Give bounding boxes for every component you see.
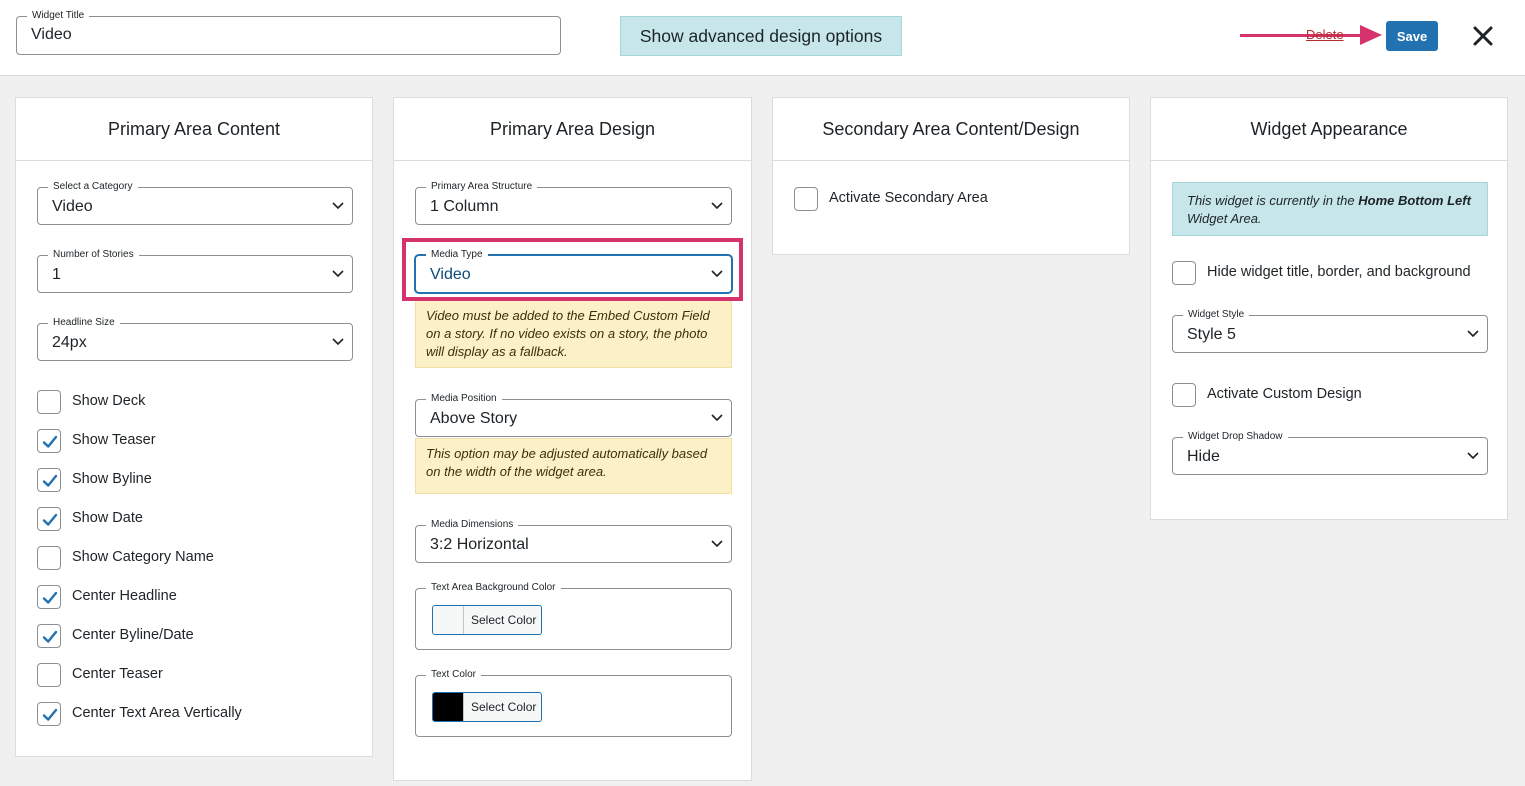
panel-title: Widget Appearance — [1151, 98, 1507, 161]
checkmark-icon — [42, 630, 58, 643]
widget-style-dropdown[interactable]: Widget Style Style 5 — [1172, 309, 1488, 353]
checkmark-icon — [42, 435, 58, 448]
chevron-down-icon — [332, 202, 344, 210]
number-of-stories-legend: Number of Stories — [48, 249, 139, 261]
show-teaser-checkbox[interactable] — [37, 429, 61, 453]
show-date-label: Show Date — [72, 510, 143, 526]
show-deck-label: Show Deck — [72, 393, 146, 409]
annotation-arrow-line — [1240, 34, 1364, 37]
panel-title: Secondary Area Content/Design — [773, 98, 1129, 161]
center-byline-date-label: Center Byline/Date — [72, 627, 194, 643]
close-icon[interactable] — [1470, 23, 1496, 49]
info-suffix: Widget Area. — [1187, 211, 1262, 226]
checkmark-icon — [42, 474, 58, 487]
show-advanced-design-options-button[interactable]: Show advanced design options — [620, 16, 902, 56]
number-of-stories-value: 1 — [52, 266, 61, 283]
checkmark-icon — [42, 513, 58, 526]
chevron-down-icon — [1467, 452, 1479, 460]
center-headline-label: Center Headline — [72, 588, 177, 604]
media-dimensions-legend: Media Dimensions — [426, 519, 519, 531]
text-color-swatch — [433, 693, 464, 721]
select-category-legend: Select a Category — [48, 181, 138, 193]
chevron-down-icon — [711, 540, 723, 548]
media-dimensions-value: 3:2 Horizontal — [430, 536, 529, 553]
text-color-field: Text Color Select Color — [415, 669, 732, 737]
center-teaser-checkbox[interactable] — [37, 663, 61, 687]
bg-select-color-button[interactable]: Select Color — [432, 605, 542, 635]
text-color-legend: Text Color — [426, 669, 482, 681]
hide-widget-title-label: Hide widget title, border, and backgroun… — [1207, 264, 1471, 280]
checkmark-icon — [42, 708, 58, 721]
activate-custom-design-label: Activate Custom Design — [1207, 386, 1362, 402]
structure-legend: Primary Area Structure — [426, 181, 538, 193]
checkmark-icon — [42, 591, 58, 604]
headline-size-dropdown[interactable]: Headline Size 24px — [37, 317, 353, 361]
media-position-dropdown[interactable]: Media Position Above Story — [415, 393, 732, 437]
annotation-arrow-icon — [1360, 25, 1382, 45]
text-area-background-color-field: Text Area Background Color Select Color — [415, 582, 732, 650]
widget-title-input[interactable]: Video — [31, 26, 72, 44]
hide-widget-title-checkbox[interactable] — [1172, 261, 1196, 285]
save-button[interactable]: Save — [1386, 21, 1438, 51]
select-category-value: Video — [52, 198, 93, 215]
number-of-stories-dropdown[interactable]: Number of Stories 1 — [37, 249, 353, 293]
widget-drop-shadow-dropdown[interactable]: Widget Drop Shadow Hide — [1172, 431, 1488, 475]
media-type-notice: Video must be added to the Embed Custom … — [415, 300, 732, 368]
show-category-name-label: Show Category Name — [72, 549, 214, 565]
center-headline-checkbox[interactable] — [37, 585, 61, 609]
activate-secondary-area-label: Activate Secondary Area — [829, 190, 988, 206]
center-byline-date-checkbox[interactable] — [37, 624, 61, 648]
chevron-down-icon — [332, 338, 344, 346]
bg-color-legend: Text Area Background Color — [426, 582, 561, 594]
widget-appearance-panel: Widget Appearance This widget is current… — [1150, 97, 1508, 520]
widget-title-legend: Widget Title — [27, 10, 90, 22]
show-byline-checkbox[interactable] — [37, 468, 61, 492]
media-dimensions-dropdown[interactable]: Media Dimensions 3:2 Horizontal — [415, 519, 732, 563]
headline-size-legend: Headline Size — [48, 317, 120, 329]
widget-editor-header: Widget Title Video Show advanced design … — [0, 0, 1525, 76]
text-select-color-label: Select Color — [471, 700, 537, 714]
panel-title: Primary Area Content — [16, 98, 372, 161]
show-teaser-label: Show Teaser — [72, 432, 156, 448]
bg-select-color-label: Select Color — [471, 613, 537, 627]
show-date-checkbox[interactable] — [37, 507, 61, 531]
media-position-value: Above Story — [430, 410, 518, 427]
widget-style-value: Style 5 — [1187, 326, 1236, 343]
primary-area-content-panel: Primary Area Content Select a Category V… — [15, 97, 373, 757]
center-text-area-vertically-checkbox[interactable] — [37, 702, 61, 726]
chevron-down-icon — [711, 414, 723, 422]
primary-area-design-panel: Primary Area Design Primary Area Structu… — [393, 97, 752, 781]
structure-value: 1 Column — [430, 198, 499, 215]
media-position-notice: This option may be adjusted automaticall… — [415, 438, 732, 494]
select-category-dropdown[interactable]: Select a Category Video — [37, 181, 353, 225]
secondary-area-panel: Secondary Area Content/Design Activate S… — [772, 97, 1130, 255]
widget-style-legend: Widget Style — [1183, 309, 1250, 321]
show-byline-label: Show Byline — [72, 471, 152, 487]
drop-shadow-legend: Widget Drop Shadow — [1183, 431, 1288, 443]
center-teaser-label: Center Teaser — [72, 666, 163, 682]
show-deck-checkbox[interactable] — [37, 390, 61, 414]
widget-title-field[interactable]: Widget Title Video — [16, 10, 561, 55]
activate-custom-design-checkbox[interactable] — [1172, 383, 1196, 407]
info-prefix: This widget is currently in the — [1187, 193, 1359, 208]
delete-link[interactable]: Delete — [1306, 27, 1344, 42]
text-select-color-button[interactable]: Select Color — [432, 692, 542, 722]
chevron-down-icon — [711, 202, 723, 210]
chevron-down-icon — [1467, 330, 1479, 338]
panel-title: Primary Area Design — [394, 98, 751, 161]
info-area-name: Home Bottom Left — [1358, 193, 1471, 208]
center-text-area-vertically-label: Center Text Area Vertically — [72, 705, 242, 721]
chevron-down-icon — [332, 270, 344, 278]
annotation-highlight-box — [402, 238, 743, 301]
activate-secondary-area-checkbox[interactable] — [794, 187, 818, 211]
show-category-name-checkbox[interactable] — [37, 546, 61, 570]
widget-area-info: This widget is currently in the Home Bot… — [1172, 182, 1488, 236]
media-position-legend: Media Position — [426, 393, 502, 405]
headline-size-value: 24px — [52, 334, 87, 351]
bg-color-swatch — [433, 606, 464, 634]
drop-shadow-value: Hide — [1187, 448, 1220, 465]
primary-area-structure-dropdown[interactable]: Primary Area Structure 1 Column — [415, 181, 732, 225]
